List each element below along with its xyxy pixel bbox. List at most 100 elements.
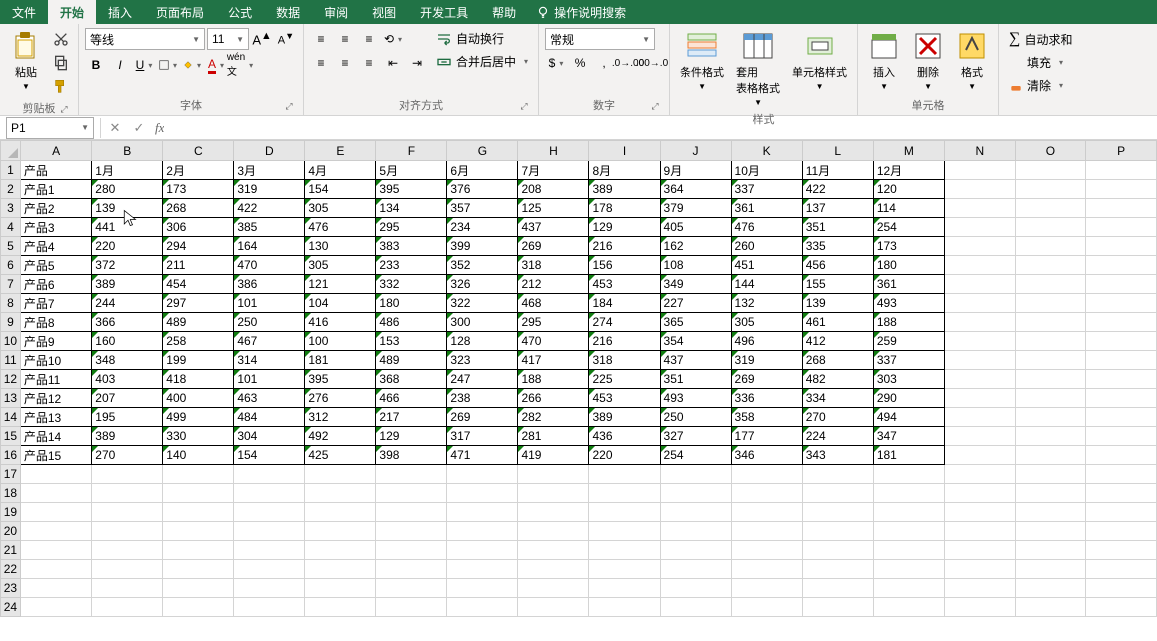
cell[interactable]: 139 <box>802 294 873 313</box>
cell[interactable] <box>1086 199 1157 218</box>
cell[interactable] <box>447 484 518 503</box>
cell[interactable] <box>518 465 589 484</box>
cell[interactable] <box>589 484 660 503</box>
cell[interactable] <box>20 579 91 598</box>
cell[interactable]: 216 <box>589 237 660 256</box>
cell[interactable]: 4月 <box>305 161 376 180</box>
column-header[interactable]: D <box>234 141 305 161</box>
cell[interactable] <box>660 522 731 541</box>
cell[interactable]: 337 <box>873 351 944 370</box>
cell[interactable] <box>1015 180 1086 199</box>
orientation-button[interactable]: ⟲▾ <box>382 28 404 50</box>
cell[interactable] <box>92 541 163 560</box>
cell[interactable]: 8月 <box>589 161 660 180</box>
cell[interactable]: 208 <box>518 180 589 199</box>
cell[interactable]: 156 <box>589 256 660 275</box>
font-name-combo[interactable]: 等线▼ <box>85 28 205 50</box>
cell[interactable] <box>1086 503 1157 522</box>
cell[interactable]: 180 <box>376 294 447 313</box>
cell[interactable]: 357 <box>447 199 518 218</box>
cell[interactable]: 366 <box>92 313 163 332</box>
cell[interactable]: 280 <box>92 180 163 199</box>
cell[interactable]: 173 <box>873 237 944 256</box>
cell[interactable] <box>1015 275 1086 294</box>
bold-button[interactable]: B <box>85 54 107 76</box>
cell[interactable] <box>20 465 91 484</box>
cell[interactable] <box>944 522 1015 541</box>
cell[interactable] <box>305 522 376 541</box>
cell[interactable] <box>589 503 660 522</box>
cell[interactable]: 398 <box>376 446 447 465</box>
cell[interactable]: 产品1 <box>20 180 91 199</box>
cell[interactable]: 368 <box>376 370 447 389</box>
cell[interactable] <box>731 560 802 579</box>
cell[interactable] <box>873 579 944 598</box>
cell[interactable] <box>518 579 589 598</box>
cell[interactable]: 154 <box>305 180 376 199</box>
cell[interactable]: 386 <box>234 275 305 294</box>
cell[interactable] <box>234 484 305 503</box>
column-header[interactable]: P <box>1086 141 1157 161</box>
cell[interactable]: 211 <box>163 256 234 275</box>
decrease-decimal-button[interactable]: .00→.0 <box>641 52 663 74</box>
cell[interactable] <box>1086 351 1157 370</box>
cell[interactable] <box>873 598 944 617</box>
cell[interactable]: 238 <box>447 389 518 408</box>
cell[interactable]: 160 <box>92 332 163 351</box>
cell[interactable] <box>731 484 802 503</box>
cell[interactable] <box>944 503 1015 522</box>
cell[interactable]: 319 <box>234 180 305 199</box>
cell[interactable]: 351 <box>660 370 731 389</box>
cell[interactable] <box>305 560 376 579</box>
cell[interactable] <box>518 522 589 541</box>
cell[interactable]: 220 <box>589 446 660 465</box>
cell[interactable]: 268 <box>802 351 873 370</box>
italic-button[interactable]: I <box>109 54 131 76</box>
cell[interactable]: 295 <box>376 218 447 237</box>
cell[interactable] <box>1086 560 1157 579</box>
cell[interactable] <box>518 484 589 503</box>
cell[interactable] <box>305 598 376 617</box>
cell[interactable]: 225 <box>589 370 660 389</box>
cell[interactable] <box>1086 180 1157 199</box>
row-header[interactable]: 9 <box>1 313 21 332</box>
cell[interactable]: 153 <box>376 332 447 351</box>
cell[interactable]: 336 <box>731 389 802 408</box>
cell[interactable] <box>1086 408 1157 427</box>
cell[interactable] <box>447 465 518 484</box>
cell[interactable] <box>234 560 305 579</box>
increase-indent-button[interactable]: ⇥ <box>406 52 428 74</box>
cell[interactable]: 476 <box>305 218 376 237</box>
cell[interactable] <box>589 541 660 560</box>
fill-button[interactable]: 填充▾ <box>1005 52 1067 73</box>
cell[interactable]: 产品5 <box>20 256 91 275</box>
cell[interactable] <box>589 522 660 541</box>
cell[interactable] <box>873 560 944 579</box>
cell[interactable] <box>1086 237 1157 256</box>
cell[interactable] <box>944 541 1015 560</box>
cell[interactable] <box>1015 503 1086 522</box>
clear-button[interactable]: 清除▾ <box>1005 75 1067 96</box>
cell[interactable]: 217 <box>376 408 447 427</box>
row-header[interactable]: 23 <box>1 579 21 598</box>
cell[interactable]: 319 <box>731 351 802 370</box>
column-header[interactable]: H <box>518 141 589 161</box>
cell[interactable] <box>873 522 944 541</box>
cell[interactable]: 352 <box>447 256 518 275</box>
cell[interactable]: 454 <box>163 275 234 294</box>
cell[interactable]: 389 <box>589 408 660 427</box>
cell[interactable]: 482 <box>802 370 873 389</box>
cell[interactable] <box>447 579 518 598</box>
cell[interactable]: 195 <box>92 408 163 427</box>
row-header[interactable]: 21 <box>1 541 21 560</box>
cell[interactable]: 164 <box>234 237 305 256</box>
cell[interactable] <box>1086 446 1157 465</box>
cancel-formula-button[interactable]: ✕ <box>103 120 127 136</box>
row-header[interactable]: 10 <box>1 332 21 351</box>
cell[interactable] <box>802 484 873 503</box>
cell[interactable] <box>20 503 91 522</box>
cell[interactable]: 343 <box>802 446 873 465</box>
cell[interactable] <box>234 541 305 560</box>
cut-button[interactable] <box>50 28 72 50</box>
cell[interactable]: 335 <box>802 237 873 256</box>
